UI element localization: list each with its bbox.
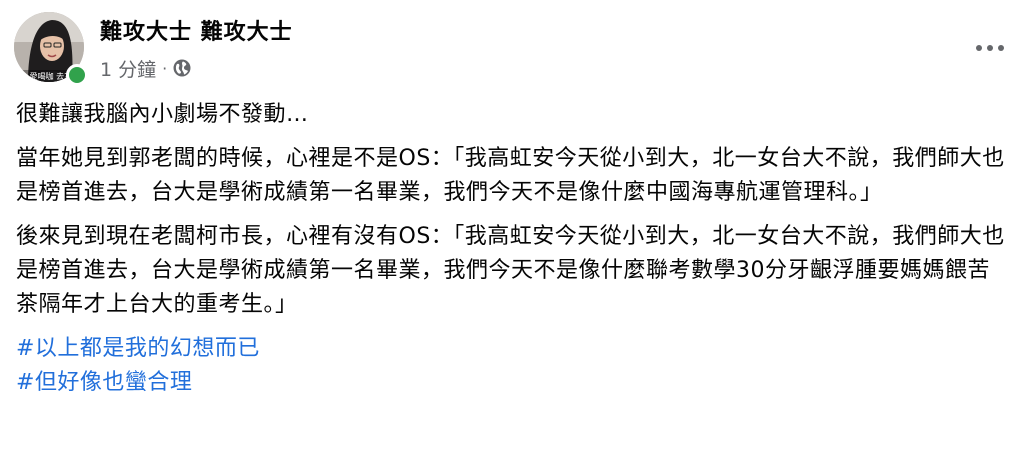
more-options-icon-dot (998, 45, 1004, 51)
more-options-icon (976, 45, 982, 51)
post-header: 愛喝咖 去? 難攻大士 難攻大士 1 分鐘 · (14, 12, 1010, 88)
hashtag-link[interactable]: #但好像也蠻合理 (16, 366, 1010, 400)
meta-separator: · (162, 58, 168, 78)
post-timestamp[interactable]: 1 分鐘 (100, 55, 156, 82)
facebook-post: 愛喝咖 去? 難攻大士 難攻大士 1 分鐘 · 很難讓我腦內小劇場不發動… 當年… (0, 0, 1024, 464)
online-status-dot (66, 64, 88, 86)
avatar-caption: 愛喝咖 去? (30, 71, 69, 81)
more-options-button[interactable] (970, 30, 1010, 66)
post-meta: 1 分鐘 · (100, 54, 192, 82)
author-name[interactable]: 難攻大士 難攻大士 (100, 14, 293, 46)
post-paragraph: 後來見到現在老闆柯市長，心裡有沒有OS：「我高虹安今天從小到大，北一女台大不說，… (16, 224, 1005, 317)
globe-icon[interactable] (172, 58, 192, 78)
post-paragraph: 當年她見到郭老闆的時候，心裡是不是OS：「我高虹安今天從小到大，北一女台大不說，… (16, 146, 1005, 205)
hashtag-list: #以上都是我的幻想而已 #但好像也蠻合理 (16, 332, 1010, 400)
post-body: 很難讓我腦內小劇場不發動… 當年她見到郭老闆的時候，心裡是不是OS：「我高虹安今… (16, 98, 1010, 400)
post-paragraph: 很難讓我腦內小劇場不發動… (16, 102, 309, 127)
more-options-icon-dot (987, 45, 993, 51)
hashtag-link[interactable]: #以上都是我的幻想而已 (16, 332, 1010, 366)
